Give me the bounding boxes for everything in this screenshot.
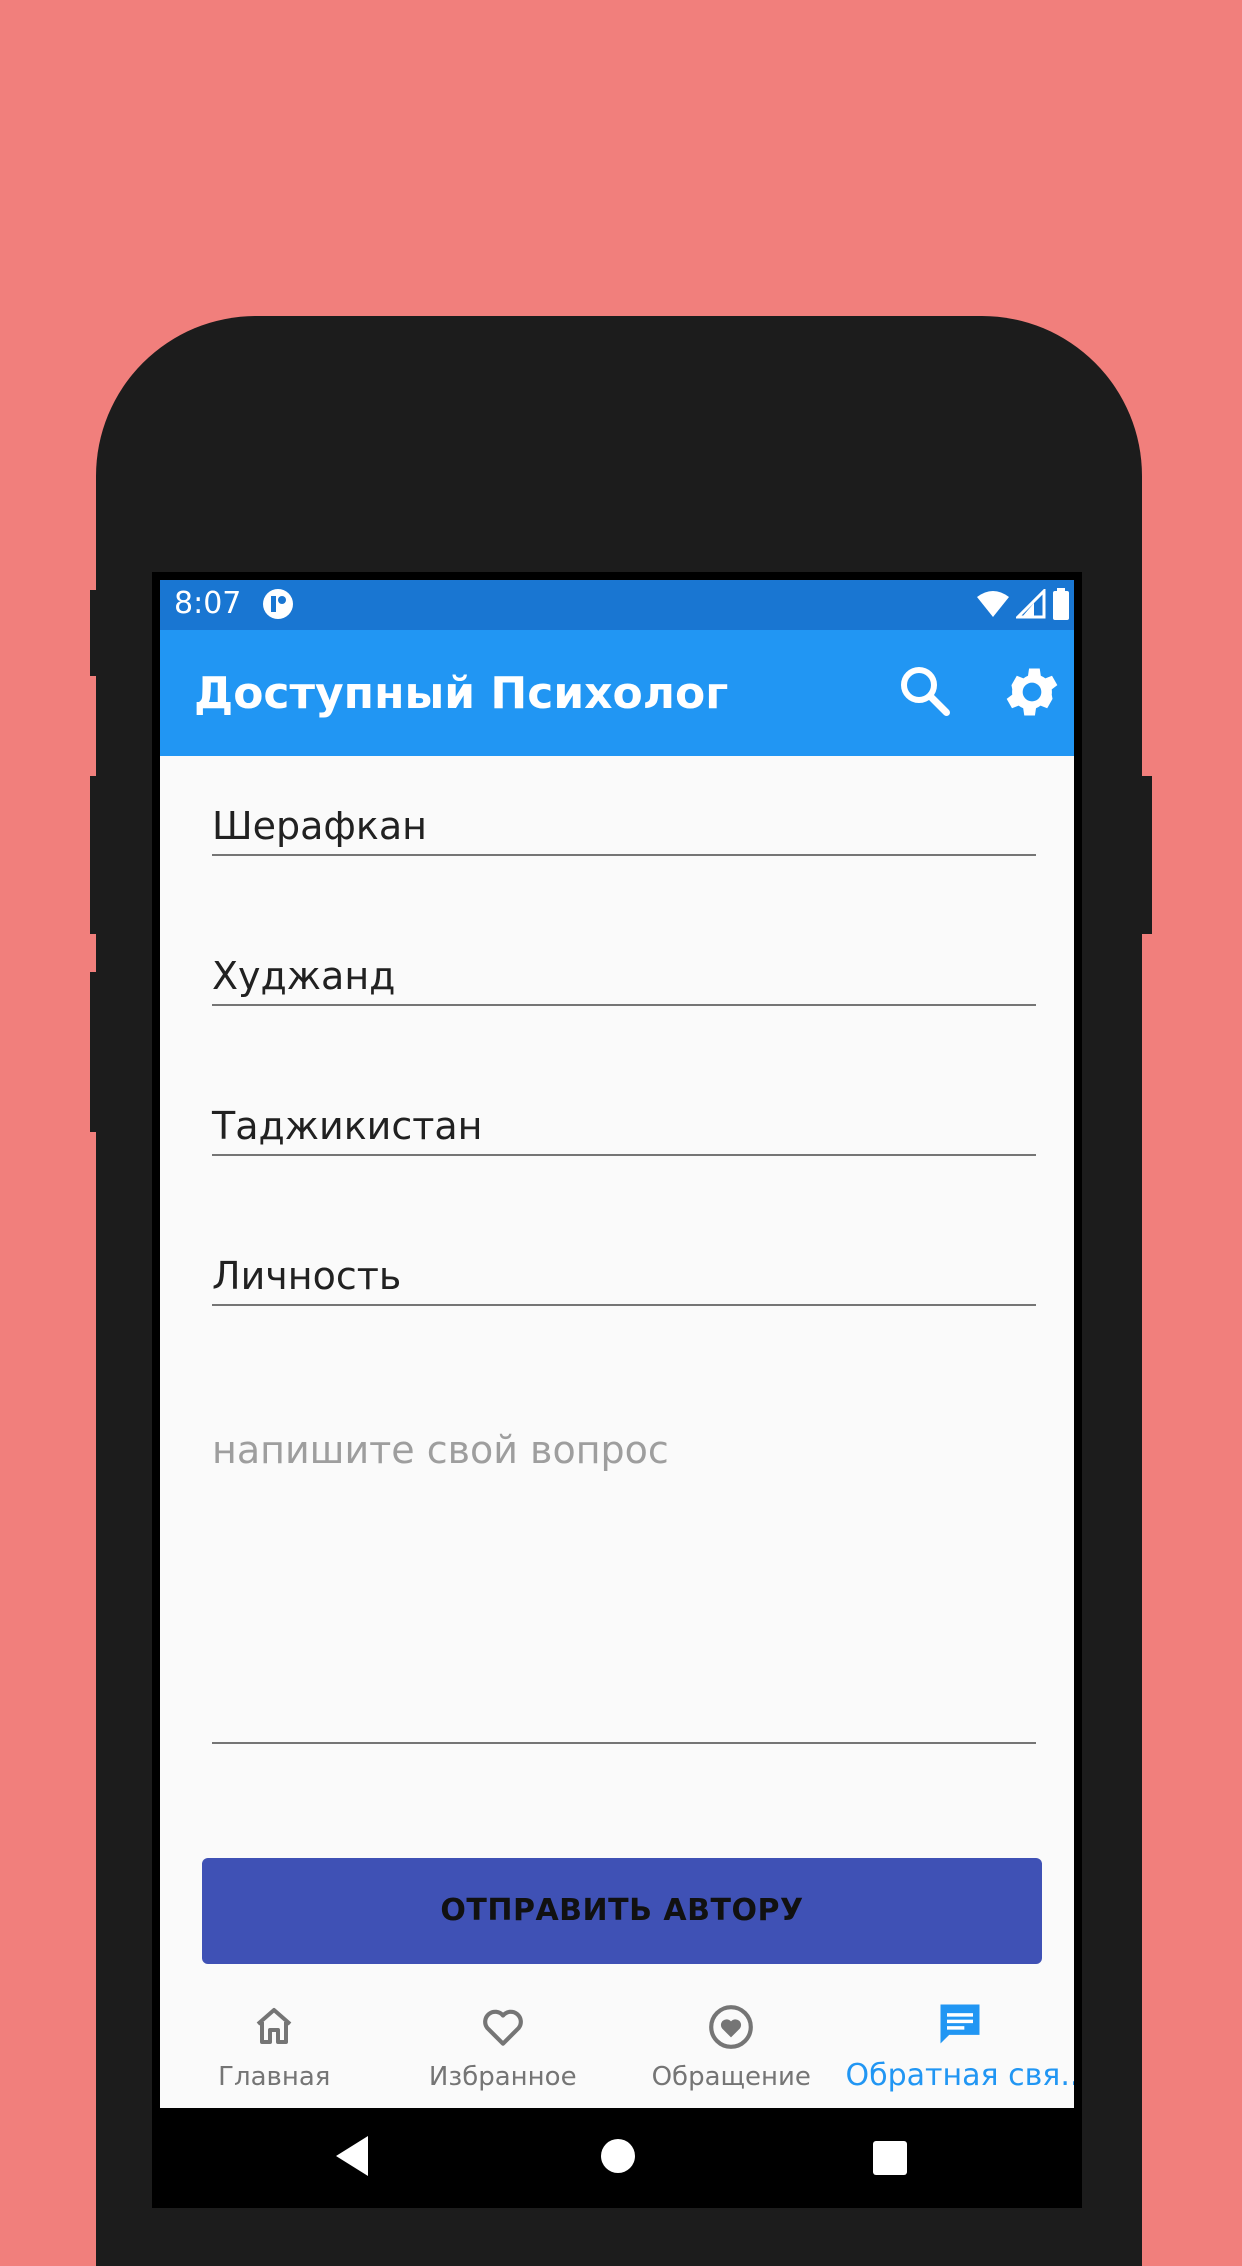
app-notification-icon [262, 588, 294, 624]
nav-item-favorites[interactable]: Избранное [389, 1984, 618, 2108]
nav-item-home[interactable]: Главная [160, 1984, 389, 2108]
home-circle-icon[interactable] [600, 2138, 636, 2178]
heart-outline-icon [478, 2002, 528, 2056]
back-icon[interactable] [332, 2134, 372, 2182]
topic-field[interactable]: Личность [212, 1230, 1036, 1306]
nav-label-feedback: Обратная свя... [845, 2058, 1075, 2093]
signal-icon [1014, 587, 1046, 623]
message-icon [934, 1998, 986, 2054]
battery-icon [1052, 588, 1070, 624]
search-icon[interactable] [894, 660, 954, 724]
nav-item-feedback[interactable]: Обратная свя... [845, 1984, 1075, 2108]
app-title: Доступный Психолог [194, 668, 729, 719]
country-field-value: Таджикистан [212, 1104, 483, 1148]
system-navigation-bar [160, 2108, 1074, 2208]
city-field[interactable]: Худжанд [212, 930, 1036, 1006]
nav-label-home: Главная [218, 2062, 331, 2092]
recents-icon[interactable] [872, 2140, 908, 2180]
nav-label-appeal: Обращение [651, 2062, 811, 2092]
wifi-icon [976, 589, 1010, 623]
name-field[interactable]: Шерафкан [212, 780, 1036, 856]
nav-label-favorites: Избранное [428, 2062, 577, 2092]
topic-field-value: Личность [212, 1254, 402, 1298]
status-time: 8:07 [174, 586, 242, 621]
question-placeholder: напишите свой вопрос [212, 1428, 669, 1472]
gear-icon[interactable] [1000, 660, 1064, 728]
app-screen: 8:07 Доступный Психолог Шерафкан Худжанд… [160, 580, 1074, 2108]
home-icon [250, 2002, 298, 2054]
status-bar: 8:07 [160, 580, 1074, 630]
app-bar: Доступный Психолог [160, 630, 1074, 756]
bottom-navigation: Главная Избранное Обращение Обратная свя… [160, 1984, 1074, 2108]
heart-circle-icon [706, 2002, 756, 2056]
city-field-value: Худжанд [212, 954, 396, 998]
send-to-author-button[interactable]: ОТПРАВИТЬ АВТОРУ [202, 1858, 1042, 1964]
status-icons [976, 587, 1070, 624]
name-field-value: Шерафкан [212, 804, 427, 848]
country-field[interactable]: Таджикистан [212, 1080, 1036, 1156]
nav-item-appeal[interactable]: Обращение [617, 1984, 846, 2108]
